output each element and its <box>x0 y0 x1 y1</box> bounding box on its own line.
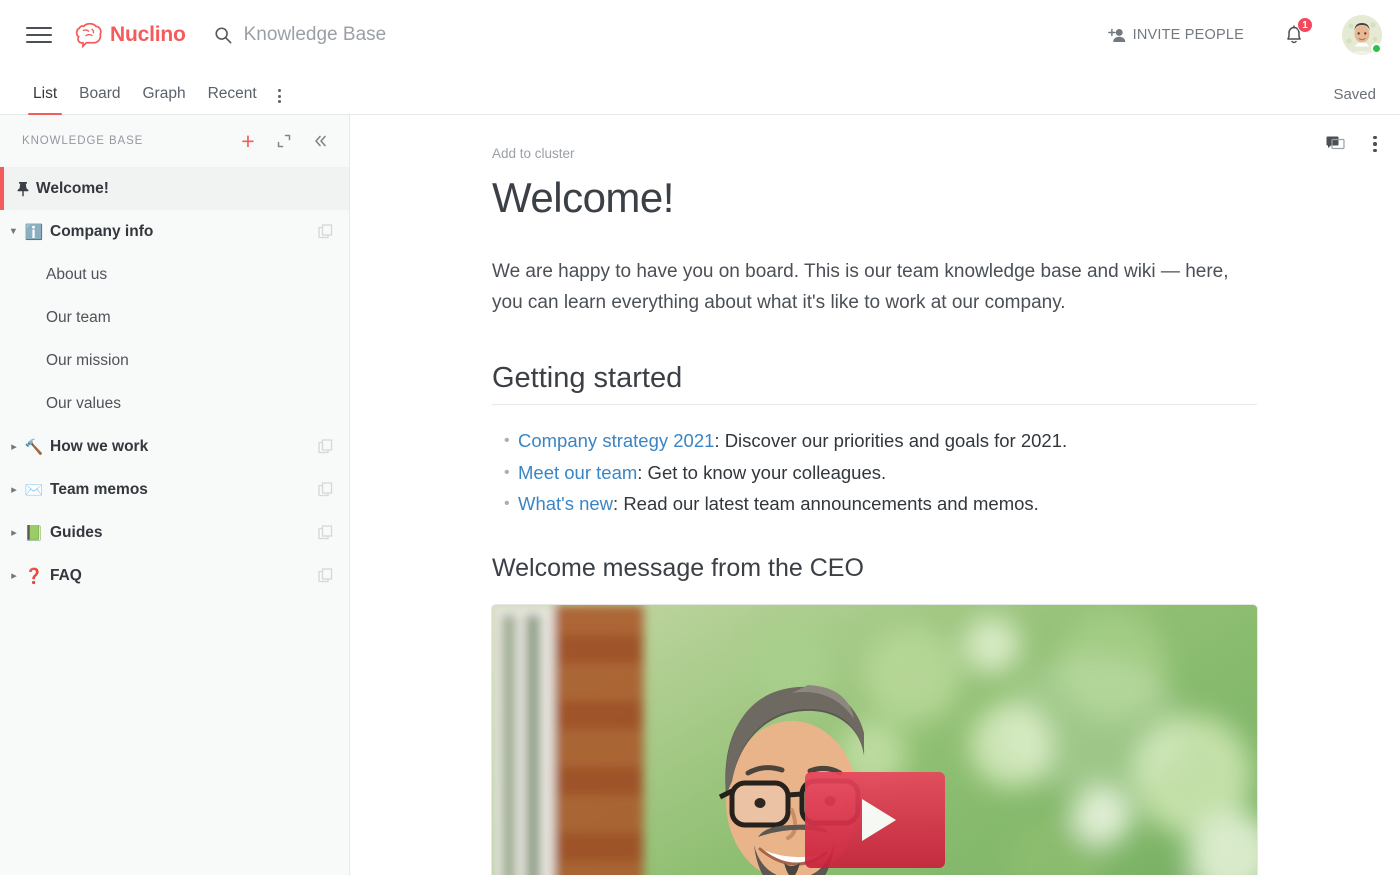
tab-graph[interactable]: Graph <box>132 85 197 114</box>
envelope-emoji-icon: ✉️ <box>24 481 44 499</box>
expand-icon <box>277 134 291 148</box>
search-input[interactable]: Knowledge Base <box>214 24 387 46</box>
list-item-text: : Discover our priorities and goals for … <box>714 430 1068 451</box>
list-item: What's new: Read our latest team announc… <box>492 488 1260 520</box>
sidebar-item-label: Guides <box>50 523 103 541</box>
cluster-icon[interactable] <box>318 525 333 540</box>
online-status-indicator <box>1371 43 1382 54</box>
tab-recent[interactable]: Recent <box>197 85 268 114</box>
page-title: Welcome! <box>492 174 674 221</box>
invite-people-button[interactable]: INVITE PEOPLE <box>1107 27 1244 44</box>
sidebar-item-label: Welcome! <box>36 179 109 197</box>
document-tree: Welcome! ▸ ℹ️ Company info About us Our … <box>0 167 349 597</box>
more-views-icon[interactable] <box>268 89 291 114</box>
comment-icon <box>1326 136 1345 149</box>
sidebar-item-about-us[interactable]: About us <box>0 253 349 296</box>
chevron-right-icon[interactable]: ▸ <box>8 526 20 539</box>
chevron-right-icon[interactable]: ▸ <box>8 440 20 453</box>
getting-started-heading: Getting started <box>492 362 1257 405</box>
chevron-right-icon[interactable]: ▸ <box>8 569 20 582</box>
sidebar-item-how-we-work[interactable]: ▸ 🔨 How we work <box>0 425 349 468</box>
brand-name: Nuclino <box>110 23 186 46</box>
sidebar-item-label: Our team <box>46 308 111 326</box>
notification-count-badge: 1 <box>1297 17 1313 33</box>
green-book-emoji-icon: 📗 <box>24 524 44 542</box>
document-body: Add to cluster Welcome! We are happy to … <box>350 115 1260 875</box>
sidebar-header: KNOWLEDGE BASE + <box>0 115 349 167</box>
sidebar-item-label: FAQ <box>50 566 82 584</box>
cluster-icon[interactable] <box>318 568 333 583</box>
expand-button[interactable] <box>273 130 295 152</box>
link-whats-new[interactable]: What's new <box>518 493 613 514</box>
cluster-icon[interactable] <box>318 224 333 239</box>
invite-people-label: INVITE PEOPLE <box>1132 27 1244 43</box>
more-vertical-icon <box>1373 135 1377 153</box>
sidebar-title: KNOWLEDGE BASE <box>22 135 144 147</box>
top-bar: Nuclino Knowledge Base INVITE PEOPLE 1 <box>0 0 1400 70</box>
brand-logo[interactable]: Nuclino <box>74 22 186 48</box>
nuclino-brain-icon <box>75 22 102 48</box>
list-item-text: : Read our latest team announcements and… <box>613 493 1039 514</box>
search-icon <box>215 27 232 44</box>
play-icon <box>861 798 896 841</box>
sidebar-item-label: Team memos <box>50 480 148 498</box>
chevron-right-icon[interactable]: ▸ <box>8 483 20 496</box>
sidebar-item-our-values[interactable]: Our values <box>0 382 349 425</box>
info-emoji-icon: ℹ️ <box>24 223 44 241</box>
link-company-strategy[interactable]: Company strategy 2021 <box>518 430 714 451</box>
sidebar-actions: + <box>237 127 331 154</box>
add-person-icon <box>1107 28 1125 42</box>
sidebar-item-faq[interactable]: ▸ ❓ FAQ <box>0 554 349 597</box>
sidebar-item-label: How we work <box>50 437 149 455</box>
sidebar-item-welcome[interactable]: Welcome! <box>0 167 349 210</box>
cluster-icon[interactable] <box>318 439 333 454</box>
plus-icon: + <box>241 127 255 154</box>
hamburger-menu-icon[interactable] <box>26 22 52 48</box>
more-options-button[interactable] <box>1364 133 1386 155</box>
cluster-icon[interactable] <box>318 482 333 497</box>
tab-list[interactable]: List <box>22 85 68 115</box>
search-value: Knowledge Base <box>243 24 387 45</box>
save-status: Saved <box>1333 86 1376 103</box>
intro-paragraph: We are happy to have you on board. This … <box>492 261 1229 313</box>
chevron-double-left-icon <box>315 135 326 147</box>
view-tab-bar: List Board Graph Recent Saved <box>0 70 1400 115</box>
pin-icon <box>17 181 29 196</box>
sidebar-item-label: Our mission <box>46 351 129 369</box>
document-toolbar <box>1324 133 1386 155</box>
view-tabs: List Board Graph Recent <box>22 85 291 115</box>
sidebar-item-team-memos[interactable]: ▸ ✉️ Team memos <box>0 468 349 511</box>
sidebar-item-label: About us <box>46 265 108 283</box>
sidebar-item-company-info[interactable]: ▸ ℹ️ Company info <box>0 210 349 253</box>
list-item: Meet our team: Get to know your colleagu… <box>492 457 1260 489</box>
comments-button[interactable] <box>1324 133 1346 155</box>
sidebar-item-our-mission[interactable]: Our mission <box>0 339 349 382</box>
list-item-text: : Get to know your colleagues. <box>637 461 887 483</box>
document-content: Add to cluster Welcome! We are happy to … <box>350 115 1400 875</box>
list-item: Company strategy 2021: Discover our prio… <box>492 425 1260 457</box>
sidebar: KNOWLEDGE BASE + Welcome! ▸ ℹ️ Company i… <box>0 115 350 875</box>
user-avatar-button[interactable] <box>1342 15 1382 55</box>
question-mark-emoji-icon: ❓ <box>24 567 44 585</box>
getting-started-list: Company strategy 2021: Discover our prio… <box>492 425 1260 520</box>
add-item-button[interactable]: + <box>237 127 259 154</box>
ceo-welcome-video[interactable] <box>492 604 1257 875</box>
sidebar-item-our-team[interactable]: Our team <box>0 296 349 339</box>
sidebar-item-label: Company info <box>50 222 154 240</box>
hammer-emoji-icon: 🔨 <box>24 438 44 456</box>
link-meet-our-team[interactable]: Meet our team <box>518 462 637 483</box>
add-to-cluster-button[interactable]: Add to cluster <box>492 146 575 161</box>
ceo-message-heading: Welcome message from the CEO <box>492 553 864 582</box>
sidebar-item-guides[interactable]: ▸ 📗 Guides <box>0 511 349 554</box>
top-bar-right: INVITE PEOPLE 1 <box>1107 15 1382 55</box>
tab-board[interactable]: Board <box>68 85 131 114</box>
collapse-sidebar-button[interactable] <box>309 130 331 152</box>
notifications-button[interactable]: 1 <box>1282 17 1313 48</box>
chevron-down-icon[interactable]: ▸ <box>8 226 21 238</box>
play-button[interactable] <box>804 771 945 868</box>
sidebar-item-label: Our values <box>46 394 121 412</box>
